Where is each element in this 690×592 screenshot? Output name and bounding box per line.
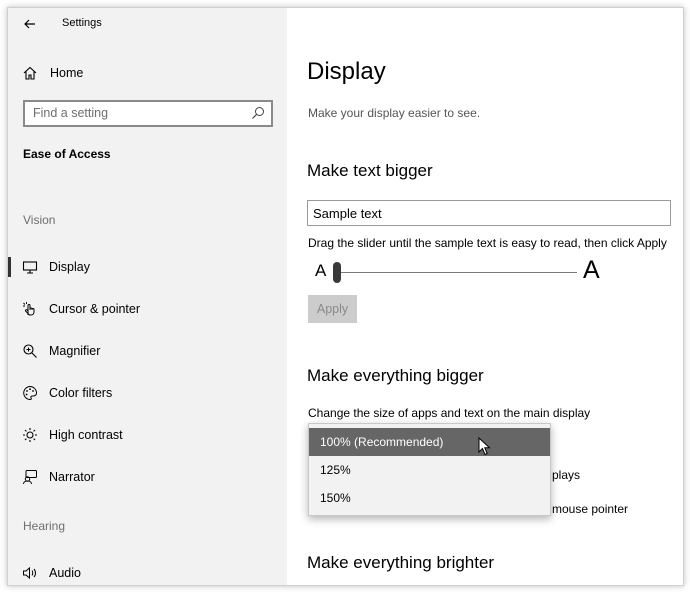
sidebar-item-display[interactable]: Display <box>8 253 287 281</box>
text-size-slider-track[interactable] <box>335 272 577 273</box>
sidebar-item-label: Home <box>50 66 84 80</box>
scale-description: Change the size of apps and text on the … <box>308 406 591 420</box>
sidebar-item-home[interactable]: Home <box>8 61 287 85</box>
category-title: Ease of Access <box>23 147 111 161</box>
slider-min-label: A <box>315 261 327 280</box>
page-subtitle: Make your display easier to see. <box>308 106 481 120</box>
group-label-hearing: Hearing <box>23 519 66 533</box>
sidebar-item-label: Magnifier <box>49 344 101 358</box>
sidebar-item-magnifier[interactable]: Magnifier <box>8 337 287 365</box>
page-title: Display <box>307 58 386 85</box>
active-indicator <box>8 257 11 277</box>
partial-label-displays: plays <box>552 468 581 482</box>
search-placeholder: Find a setting <box>33 106 109 120</box>
sidebar-item-label: Display <box>49 260 90 274</box>
sidebar-item-label: Color filters <box>49 386 113 400</box>
partial-label-mouse-pointer: mouse pointer <box>552 502 629 516</box>
apply-button[interactable]: Apply <box>308 295 357 323</box>
main-content: Display Make your display easier to see.… <box>287 8 683 585</box>
scale-dropdown-list[interactable]: 100% (Recommended) 125% 150% <box>308 423 551 516</box>
section-heading-text-bigger: Make text bigger <box>307 161 433 180</box>
sidebar-item-audio[interactable]: Audio <box>8 559 287 585</box>
section-heading-brighter: Make everything brighter <box>307 553 495 572</box>
back-arrow-icon <box>24 19 35 29</box>
option-label: 100% (Recommended) <box>320 435 444 449</box>
sidebar-item-high-contrast[interactable]: High contrast <box>8 421 287 449</box>
sidebar-item-cursor-pointer[interactable]: Cursor & pointer <box>8 295 287 323</box>
mouse-cursor-icon <box>478 437 491 456</box>
scale-option-150[interactable]: 150% <box>309 484 550 512</box>
sidebar-item-label: High contrast <box>49 428 123 442</box>
scale-option-100[interactable]: 100% (Recommended) <box>309 428 550 456</box>
back-button[interactable] <box>20 14 40 34</box>
sidebar-item-label: Audio <box>49 566 81 580</box>
search-input[interactable]: Find a setting <box>23 100 273 127</box>
speaker-icon <box>23 566 36 580</box>
app-title: Settings <box>62 17 102 29</box>
search-icon <box>252 107 264 119</box>
sidebar-item-label: Narrator <box>49 470 95 484</box>
text-size-slider-thumb[interactable] <box>333 262 341 283</box>
section-heading-everything-bigger: Make everything bigger <box>307 366 484 385</box>
sample-text-value: Sample text <box>313 206 382 221</box>
high-contrast-icon <box>23 428 37 442</box>
group-label-vision: Vision <box>23 213 56 227</box>
slider-max-label: A <box>583 256 600 284</box>
sidebar-item-color-filters[interactable]: Color filters <box>8 379 287 407</box>
sidebar-item-narrator[interactable]: Narrator <box>8 463 287 491</box>
monitor-icon <box>22 261 38 274</box>
magnifier-icon <box>23 344 37 358</box>
option-label: 125% <box>320 463 351 477</box>
sidebar-item-label: Cursor & pointer <box>49 302 141 316</box>
scale-option-125[interactable]: 125% <box>309 456 550 484</box>
sample-text-field[interactable]: Sample text <box>307 200 671 226</box>
sidebar: Settings Home Find a setting Ease of Acc… <box>8 8 287 585</box>
slider-hint: Drag the slider until the sample text is… <box>308 236 667 250</box>
color-filters-icon <box>23 385 38 401</box>
settings-window: Settings Home Find a setting Ease of Acc… <box>7 7 684 586</box>
option-label: 150% <box>320 491 351 505</box>
narrator-icon <box>23 470 37 485</box>
home-icon <box>23 66 37 80</box>
pointer-icon <box>23 302 35 316</box>
